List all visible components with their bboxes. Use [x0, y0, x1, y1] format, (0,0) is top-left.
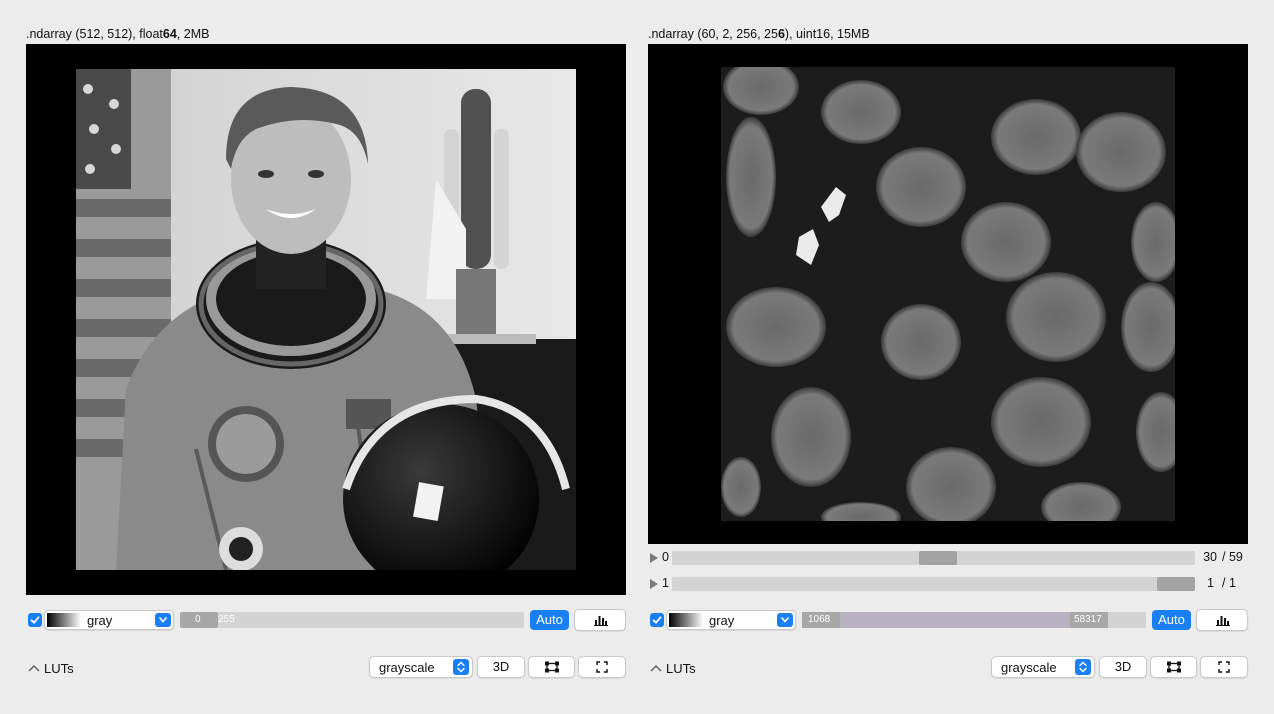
roi-icon — [1166, 661, 1181, 673]
chevron-down-icon — [777, 613, 793, 627]
luts-label: LUTs — [666, 661, 696, 677]
luts-toggle[interactable]: LUTs — [650, 660, 696, 676]
expand-icon — [1218, 661, 1230, 673]
colormap-label: gray — [87, 613, 113, 628]
checkmark-icon — [652, 616, 662, 624]
image-canvas[interactable] — [648, 44, 1248, 544]
updown-chevron-icon — [453, 659, 469, 675]
luts-toggle[interactable]: LUTs — [28, 660, 74, 676]
reset-view-button[interactable] — [1200, 656, 1248, 678]
toggle-3d-button[interactable]: 3D — [1099, 656, 1147, 678]
cells-image — [721, 67, 1175, 521]
dim-current-value[interactable]: 1 — [1174, 576, 1214, 590]
roi-icon — [544, 661, 559, 673]
bottom-toolbar: LUTs grayscale 3D — [648, 656, 1248, 678]
dim-handle[interactable] — [919, 551, 957, 565]
histogram-button[interactable] — [574, 609, 626, 631]
dim-slider-1: 1 1 / 1 — [648, 575, 1248, 593]
luts-label: LUTs — [44, 661, 74, 677]
viewer-left: .ndarray (512, 512), float64, 2MB gray 0… — [26, 0, 626, 714]
lut-row: gray 1068 58317 Auto — [648, 609, 1248, 631]
channel-mode-select[interactable]: grayscale — [991, 656, 1095, 678]
clim-high-value: 58317 — [1074, 614, 1102, 625]
channel-mode-label: grayscale — [379, 660, 435, 675]
dim-track[interactable] — [672, 577, 1195, 591]
colormap-swatch — [669, 613, 703, 627]
auto-contrast-button[interactable]: Auto — [1152, 610, 1191, 630]
astronaut-image — [76, 69, 576, 570]
dim-max-label: / 59 — [1222, 550, 1243, 564]
histogram-icon — [594, 616, 608, 626]
bottom-toolbar: LUTs grayscale 3D — [26, 656, 626, 678]
updown-chevron-icon — [1075, 659, 1091, 675]
dim-current-value[interactable]: 30 — [1177, 550, 1217, 564]
clim-high-value: 255 — [218, 614, 235, 625]
clim-range-fill — [802, 612, 1108, 628]
colormap-label: gray — [709, 613, 735, 628]
colormap-swatch — [47, 613, 81, 627]
array-info: .ndarray (512, 512), float64, 2MB — [26, 27, 210, 41]
dim-track[interactable] — [672, 551, 1195, 565]
dim-min-label: 1 — [662, 576, 669, 590]
channel-mode-select[interactable]: grayscale — [369, 656, 473, 678]
viewer-right: .ndarray (60, 2, 256, 256), uint16, 15MB — [648, 0, 1248, 714]
chevron-up-icon — [28, 664, 40, 672]
dim-min-label: 0 — [662, 550, 669, 564]
channel-visible-checkbox[interactable] — [650, 613, 664, 627]
lut-row: gray 0 255 Auto — [26, 609, 626, 631]
dim-slider-0: 0 30 / 59 — [648, 549, 1248, 567]
checkmark-icon — [30, 616, 40, 624]
channel-visible-checkbox[interactable] — [28, 613, 42, 627]
play-icon[interactable] — [650, 553, 658, 563]
histogram-button[interactable] — [1196, 609, 1248, 631]
chevron-down-icon — [155, 613, 171, 627]
play-icon[interactable] — [650, 579, 658, 589]
clim-low-value: 0 — [195, 614, 201, 625]
chevron-up-icon — [650, 664, 662, 672]
expand-icon — [596, 661, 608, 673]
reset-view-button[interactable] — [578, 656, 626, 678]
roi-button[interactable] — [1150, 656, 1197, 678]
dim-max-label: / 1 — [1222, 576, 1236, 590]
image-canvas[interactable] — [26, 44, 626, 595]
colormap-dropdown[interactable]: gray — [44, 610, 174, 630]
array-info: .ndarray (60, 2, 256, 256), uint16, 15MB — [648, 27, 870, 41]
contrast-limits-slider[interactable]: 1068 58317 — [802, 612, 1146, 628]
clim-low-value: 1068 — [808, 614, 831, 625]
channel-mode-label: grayscale — [1001, 660, 1057, 675]
contrast-limits-slider[interactable]: 0 255 — [180, 612, 524, 628]
toggle-3d-button[interactable]: 3D — [477, 656, 525, 678]
roi-button[interactable] — [528, 656, 575, 678]
colormap-dropdown[interactable]: gray — [666, 610, 796, 630]
histogram-icon — [1216, 616, 1230, 626]
auto-contrast-button[interactable]: Auto — [530, 610, 569, 630]
